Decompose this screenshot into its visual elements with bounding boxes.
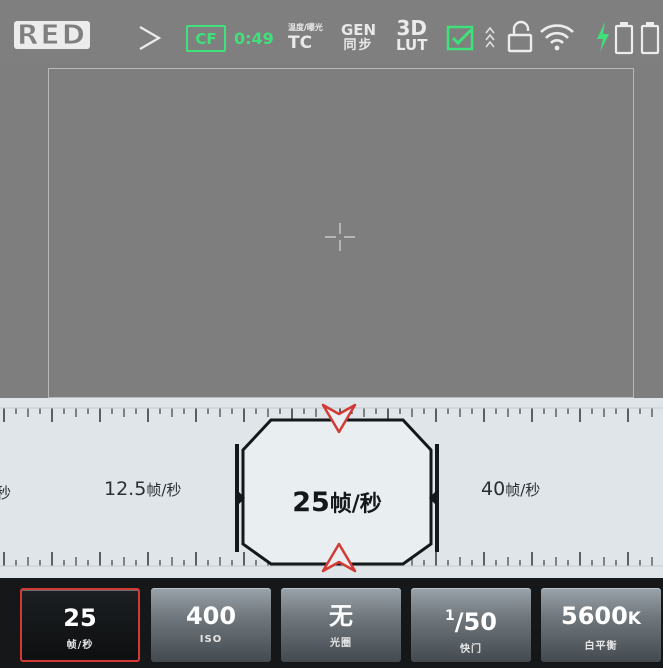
shutter-numerator: 1 xyxy=(445,608,455,624)
timecode-indicator[interactable]: 温度/曝光 TC xyxy=(288,22,332,52)
crosshair-icon xyxy=(325,223,355,251)
iso-button[interactable]: 400 ISO xyxy=(151,588,271,662)
play-arrow-icon xyxy=(139,26,162,50)
fps-button[interactable]: 25 帧/秒 xyxy=(20,588,140,662)
battery-icon xyxy=(640,22,660,55)
lut-indicator[interactable]: 3D LUT xyxy=(396,18,428,54)
fps-label: 帧/秒 xyxy=(66,640,94,651)
checkbox-icon[interactable] xyxy=(446,24,476,52)
dial-next-value[interactable]: 40帧/秒 xyxy=(481,478,540,500)
white-balance-value: 5600K xyxy=(541,602,661,633)
genlock-label: GEN xyxy=(341,21,377,39)
dial-partial-label: 秒 xyxy=(0,484,12,502)
fps-value: 25 xyxy=(63,604,97,632)
red-logo[interactable]: RED xyxy=(14,18,90,52)
brand-wordmark: RED xyxy=(14,20,90,49)
dial-current-unit: 帧/秒 xyxy=(329,492,382,517)
status-bar: RED CF 0:49 温度/曝光 TC GEN 同步 3D LUT xyxy=(0,0,663,64)
iso-label: ISO xyxy=(199,634,223,645)
dial-prev-unit: 帧/秒 xyxy=(146,481,182,499)
timecode-mode-exposure: 曝光 xyxy=(306,23,323,32)
shutter-value: 1/50 xyxy=(411,602,531,636)
media-card-indicator[interactable]: CF xyxy=(186,25,226,52)
unlock-icon[interactable] xyxy=(506,20,534,54)
shutter-button[interactable]: 1/50 快门 xyxy=(411,588,531,662)
dial-top-marker-icon xyxy=(321,403,357,434)
battery-icon xyxy=(614,22,634,55)
dial-next-unit: 帧/秒 xyxy=(505,481,541,499)
power-bolt-icon xyxy=(597,22,609,52)
dial-bottom-marker-icon xyxy=(321,542,357,573)
aperture-label: 光圈 xyxy=(330,638,352,649)
shutter-label: 快门 xyxy=(460,644,482,655)
aperture-button[interactable]: 无 光圈 xyxy=(281,588,401,662)
chevrons-up-icon xyxy=(485,26,495,48)
media-card-label: CF xyxy=(195,29,217,48)
dial-current-number: 25 xyxy=(292,487,330,518)
white-balance-kelvin: 5600 xyxy=(561,602,628,630)
timecode-mode: 温度/曝光 xyxy=(288,23,323,32)
dial-next-number: 40 xyxy=(481,478,506,500)
iso-value: 400 xyxy=(185,602,237,630)
lut-label: LUT xyxy=(396,36,428,54)
white-balance-unit: K xyxy=(627,609,641,629)
white-balance-button[interactable]: 5600K 白平衡 xyxy=(541,588,661,662)
genlock-sync-label: 同步 xyxy=(343,38,374,53)
parameter-bar: 25 帧/秒 400 ISO 无 光圈 1/50 快门 5600K 白平衡 xyxy=(0,578,663,668)
dial-prev-number: 12.5 xyxy=(104,478,147,500)
white-balance-label: 白平衡 xyxy=(584,641,618,652)
shutter-denominator: /50 xyxy=(454,608,497,636)
frame-rate-dial[interactable]: 秒 12.5帧/秒 40帧/秒 25帧/秒 xyxy=(0,398,663,578)
aperture-value: 无 xyxy=(329,602,353,630)
timecode-mode-temp: 温度 xyxy=(288,23,304,32)
dial-current-value: 25帧/秒 xyxy=(233,486,441,518)
dial-prev-value[interactable]: 12.5帧/秒 xyxy=(104,478,181,500)
wifi-icon[interactable] xyxy=(538,22,576,52)
media-remaining-time: 0:49 xyxy=(234,29,274,48)
timecode-label: TC xyxy=(288,33,313,53)
genlock-indicator[interactable]: GEN 同步 xyxy=(341,22,376,54)
